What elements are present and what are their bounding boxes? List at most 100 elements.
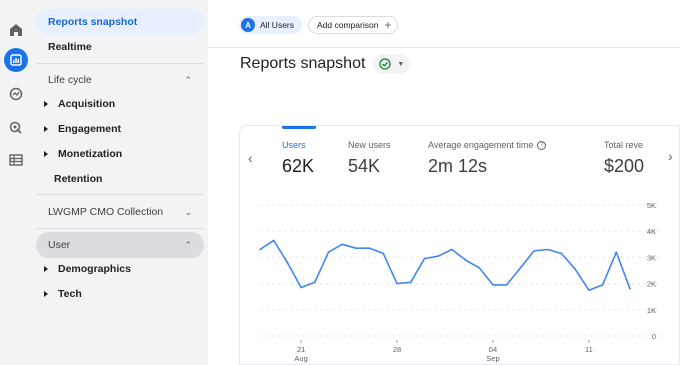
- x-tick-label: 28: [393, 345, 401, 354]
- sidebar-item-label: Retention: [54, 173, 103, 185]
- x-tick-sublabel: Sep: [486, 354, 499, 363]
- dropdown-arrow-icon: ▼: [397, 60, 405, 68]
- expand-arrow-icon: [44, 291, 48, 297]
- status-dropdown[interactable]: ▼: [373, 54, 411, 74]
- data-point: [355, 247, 357, 250]
- sidebar-item-monetization[interactable]: Monetization: [36, 142, 204, 166]
- sidebar-item-label: Monetization: [58, 148, 123, 160]
- divider: [36, 228, 204, 229]
- sidebar-item-acquisition[interactable]: Acquisition: [36, 92, 204, 116]
- x-tick-label: 11: [585, 345, 593, 354]
- x-tick-sublabel: Aug: [294, 354, 307, 363]
- sidebar-item-realtime[interactable]: Realtime: [36, 34, 204, 60]
- data-point: [451, 248, 453, 251]
- metric-new-users[interactable]: New users 54K: [348, 140, 391, 177]
- chevron-right-icon[interactable]: ›: [668, 148, 673, 164]
- audience-badge: A: [241, 18, 255, 32]
- data-point: [546, 248, 549, 251]
- data-point: [396, 282, 398, 285]
- expand-arrow-icon: [44, 266, 48, 272]
- sidebar-item-engagement[interactable]: Engagement: [36, 117, 204, 141]
- chevron-up-icon: ⌃: [184, 74, 192, 85]
- users-line-chart: 0 1K 2K 3K 4K 5K 21Aug 28 04Sep 11: [259, 201, 658, 363]
- sidebar-item-demographics[interactable]: Demographics: [36, 257, 204, 281]
- metrics-card: ‹ › Users 62K New users 54K Average enga…: [239, 125, 680, 365]
- chevron-down-icon: ⌄: [184, 206, 192, 217]
- section-collection[interactable]: LWGMP CMO Collection ⌄: [36, 199, 204, 225]
- metric-label: Total reve: [604, 140, 644, 150]
- data-point: [341, 243, 344, 246]
- data-point: [615, 251, 618, 253]
- series-line: [259, 239, 631, 291]
- divider: [36, 63, 204, 64]
- data-point: [286, 261, 289, 264]
- sidebar: Reports snapshot Realtime Life cycle ⌃ A…: [32, 0, 208, 365]
- data-point: [464, 259, 467, 261]
- y-tick-label: 5K: [647, 201, 656, 210]
- data-point: [492, 284, 494, 286]
- data-point: [382, 252, 385, 255]
- metric-total-revenue[interactable]: Total reve $200: [604, 140, 644, 177]
- sidebar-item-tech[interactable]: Tech: [36, 282, 204, 306]
- metric-value: 62K: [282, 156, 315, 176]
- expand-arrow-icon: [44, 151, 48, 157]
- sidebar-item-label: Acquisition: [58, 98, 116, 110]
- metric-users[interactable]: Users 62K: [282, 140, 314, 177]
- expand-arrow-icon: [44, 101, 48, 107]
- chevron-left-icon[interactable]: ‹: [248, 150, 253, 166]
- x-tick-label: 21: [297, 345, 305, 354]
- sidebar-item-label: Realtime: [48, 41, 92, 53]
- sidebar-item-label: Demographics: [58, 263, 131, 275]
- data-point: [272, 239, 275, 242]
- active-metric-indicator: [282, 126, 316, 129]
- audience-label: All Users: [260, 20, 295, 30]
- main-content: A All Users Add comparison + Reports sna…: [208, 0, 680, 365]
- data-point: [423, 257, 426, 260]
- add-comparison-label: Add comparison: [317, 20, 379, 30]
- data-point: [505, 284, 508, 286]
- data-point: [588, 289, 590, 291]
- expand-arrow-icon: [44, 126, 48, 132]
- data-point: [327, 251, 330, 253]
- data-point: [601, 284, 604, 286]
- metric-engagement-time[interactable]: Average engagement time ? 2m 12s: [428, 140, 547, 177]
- y-tick-label: 1K: [647, 306, 656, 315]
- section-label: Life cycle: [48, 74, 92, 86]
- divider: [36, 194, 204, 195]
- chevron-up-icon: ⌃: [184, 239, 192, 250]
- section-label: User: [48, 239, 71, 251]
- audience-chip[interactable]: A All Users: [239, 16, 303, 34]
- data-point: [437, 255, 439, 257]
- data-point: [560, 252, 563, 255]
- section-user[interactable]: User ⌃: [36, 232, 204, 258]
- data-point: [368, 247, 371, 250]
- sidebar-item-label: Tech: [58, 288, 82, 300]
- advertising-icon[interactable]: [4, 116, 28, 140]
- data-point: [314, 281, 316, 284]
- sidebar-item-reports-snapshot[interactable]: Reports snapshot: [36, 9, 204, 35]
- sidebar-item-retention[interactable]: Retention: [36, 167, 204, 191]
- home-icon[interactable]: [4, 18, 28, 42]
- data-point: [409, 281, 412, 284]
- help-icon[interactable]: ?: [537, 140, 547, 150]
- sidebar-item-label: Reports snapshot: [48, 16, 138, 28]
- y-tick-label: 3K: [647, 253, 656, 262]
- add-comparison-button[interactable]: Add comparison +: [308, 16, 399, 34]
- metric-label: Average engagement time: [428, 140, 534, 150]
- metric-label-row: Average engagement time ?: [428, 140, 547, 150]
- metric-label: Users: [282, 140, 306, 150]
- reports-icon[interactable]: [4, 48, 28, 72]
- y-tick-label: 2K: [647, 280, 656, 289]
- section-lifecycle[interactable]: Life cycle ⌃: [36, 67, 204, 93]
- data-point: [300, 286, 302, 289]
- metric-value: $200: [604, 156, 645, 176]
- list-icon[interactable]: [4, 148, 28, 172]
- y-tick-label: 0: [652, 332, 656, 341]
- x-tick-label: 04: [489, 345, 497, 354]
- metric-value: 2m 12s: [428, 156, 488, 176]
- explore-icon[interactable]: [4, 82, 28, 106]
- check-circle-icon: [379, 58, 392, 70]
- data-point: [259, 248, 261, 251]
- y-tick-label: 4K: [647, 227, 656, 236]
- page-header: Reports snapshot ▼: [240, 50, 411, 78]
